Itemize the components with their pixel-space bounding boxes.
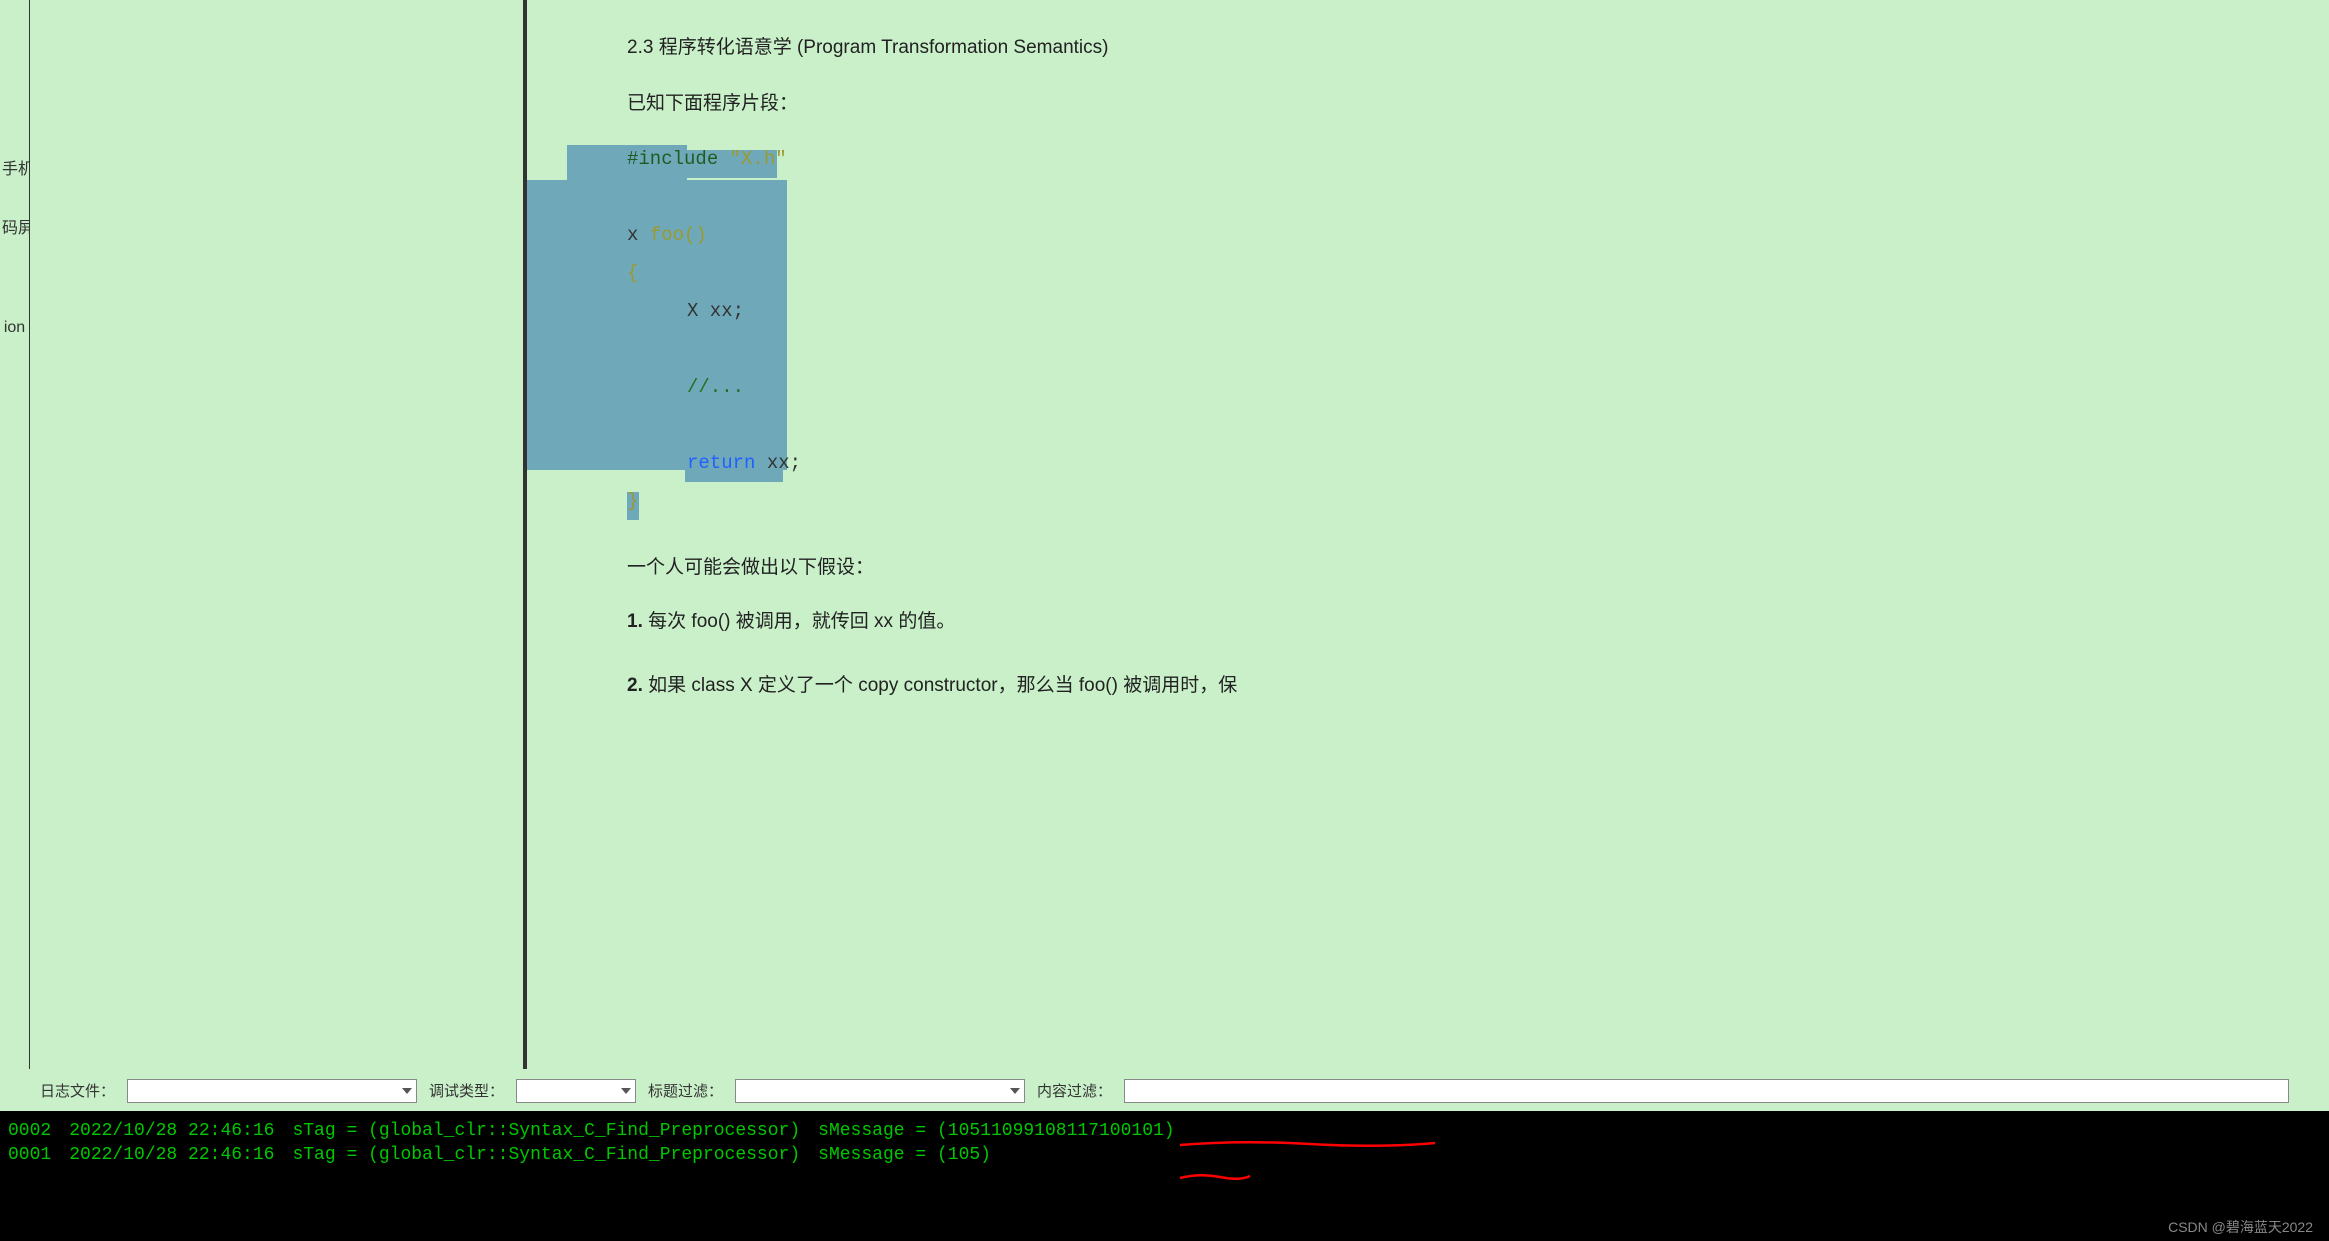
fn-name: foo()	[650, 224, 707, 246]
assumption-1: 1. 每次 foo() 被调用，就传回 xx 的值。	[627, 604, 2289, 640]
log-row-0[interactable]: 0002 2022/10/28 22:46:16 sTag = (global_…	[8, 1119, 1193, 1143]
title-filter-combo[interactable]	[735, 1079, 1025, 1103]
assumption-2-num: 2.	[627, 675, 643, 696]
code-line-return: return xx;	[627, 444, 2289, 482]
code-block[interactable]: #include "X.h" x foo() { X xx; //... ret…	[627, 140, 2289, 520]
brace-open: {	[627, 262, 638, 284]
sidebar-item-3[interactable]: ion	[0, 298, 29, 357]
watermark: CSDN @碧海蓝天2022	[2168, 1217, 2313, 1237]
sidebar-item-0[interactable]: 手机	[0, 140, 29, 199]
include-token: #include	[627, 148, 718, 170]
content-filter-label: 内容过滤：	[1037, 1080, 1112, 1101]
code-line-fn-decl: x foo()	[627, 216, 2289, 254]
return-expr: xx;	[767, 452, 801, 474]
assumption-1-text: 每次 foo() 被调用，就传回 xx 的值。	[643, 611, 955, 632]
code-line-open-brace: {	[627, 254, 2289, 292]
assumption-2-text: 如果 class X 定义了一个 copy constructor，那么当 fo…	[643, 675, 1237, 696]
chevron-down-icon	[402, 1088, 412, 1094]
document-body: 2.3 程序转化语意学 (Program Transformation Sema…	[627, 30, 2289, 704]
filter-bar: 日志文件： 调试类型： 标题过滤： 内容过滤：	[0, 1069, 2329, 1111]
comment-token: //...	[687, 376, 744, 398]
code-line-close-brace: }	[627, 482, 2289, 520]
log-idx: 0001	[8, 1143, 69, 1167]
title-filter-label: 标题过滤：	[648, 1080, 723, 1101]
fn-ret-type: x	[627, 224, 650, 246]
assumption-1-num: 1.	[627, 611, 643, 632]
debug-type-label: 调试类型：	[429, 1080, 504, 1101]
chevron-down-icon	[621, 1088, 631, 1094]
code-line-blank2	[627, 330, 2289, 368]
content-panel: 2.3 程序转化语意学 (Program Transformation Sema…	[525, 0, 2329, 1069]
sidebar-item-1[interactable]: 码屏	[0, 199, 29, 258]
content-filter-input[interactable]	[1124, 1079, 2289, 1103]
chevron-down-icon	[1010, 1088, 1020, 1094]
log-file-combo[interactable]	[127, 1079, 417, 1103]
log-msg: sMessage = (105)	[818, 1143, 1192, 1167]
code-line-comment: //...	[627, 368, 2289, 406]
log-idx: 0002	[8, 1119, 69, 1143]
log-console[interactable]: 0002 2022/10/28 22:46:16 sTag = (global_…	[0, 1111, 2329, 1241]
log-tag: sTag = (global_clr::Syntax_C_Find_Prepro…	[292, 1119, 818, 1143]
intro-paragraph: 已知下面程序片段：	[627, 86, 2289, 122]
assumption-2: 2. 如果 class X 定义了一个 copy constructor，那么当…	[627, 668, 2289, 704]
log-ts: 2022/10/28 22:46:16	[69, 1119, 292, 1143]
log-file-label: 日志文件：	[40, 1080, 115, 1101]
code-line-blank1	[627, 178, 2289, 216]
sidebar-item-2[interactable]	[0, 258, 29, 298]
var-decl: X xx;	[687, 300, 744, 322]
code-line-blank3	[627, 406, 2289, 444]
log-tag: sTag = (global_clr::Syntax_C_Find_Prepro…	[292, 1143, 818, 1167]
annotation-underline-2	[1180, 1167, 1250, 1177]
include-target: "X.h"	[718, 148, 786, 170]
middle-panel	[30, 0, 525, 1069]
assumption-section: 一个人可能会做出以下假设： 1. 每次 foo() 被调用，就传回 xx 的值。…	[627, 550, 2289, 704]
log-table: 0002 2022/10/28 22:46:16 sTag = (global_…	[8, 1119, 1193, 1167]
section-title: 2.3 程序转化语意学 (Program Transformation Sema…	[627, 30, 2289, 66]
annotation-underline-1	[1180, 1135, 1435, 1145]
log-row-1[interactable]: 0001 2022/10/28 22:46:16 sTag = (global_…	[8, 1143, 1193, 1167]
return-kw: return	[687, 452, 767, 474]
log-msg: sMessage = (10511099108117100101)	[818, 1119, 1192, 1143]
debug-type-combo[interactable]	[516, 1079, 636, 1103]
main-area: 手机 码屏 ion 2.3 程序转化语意学 (Program Transform…	[0, 0, 2329, 1069]
brace-close: }	[627, 490, 638, 512]
code-line-decl: X xx;	[627, 292, 2289, 330]
code-line-include: #include "X.h"	[627, 140, 2289, 178]
left-sidebar: 手机 码屏 ion	[0, 0, 30, 1069]
assumption-title: 一个人可能会做出以下假设：	[627, 550, 2289, 586]
log-ts: 2022/10/28 22:46:16	[69, 1143, 292, 1167]
